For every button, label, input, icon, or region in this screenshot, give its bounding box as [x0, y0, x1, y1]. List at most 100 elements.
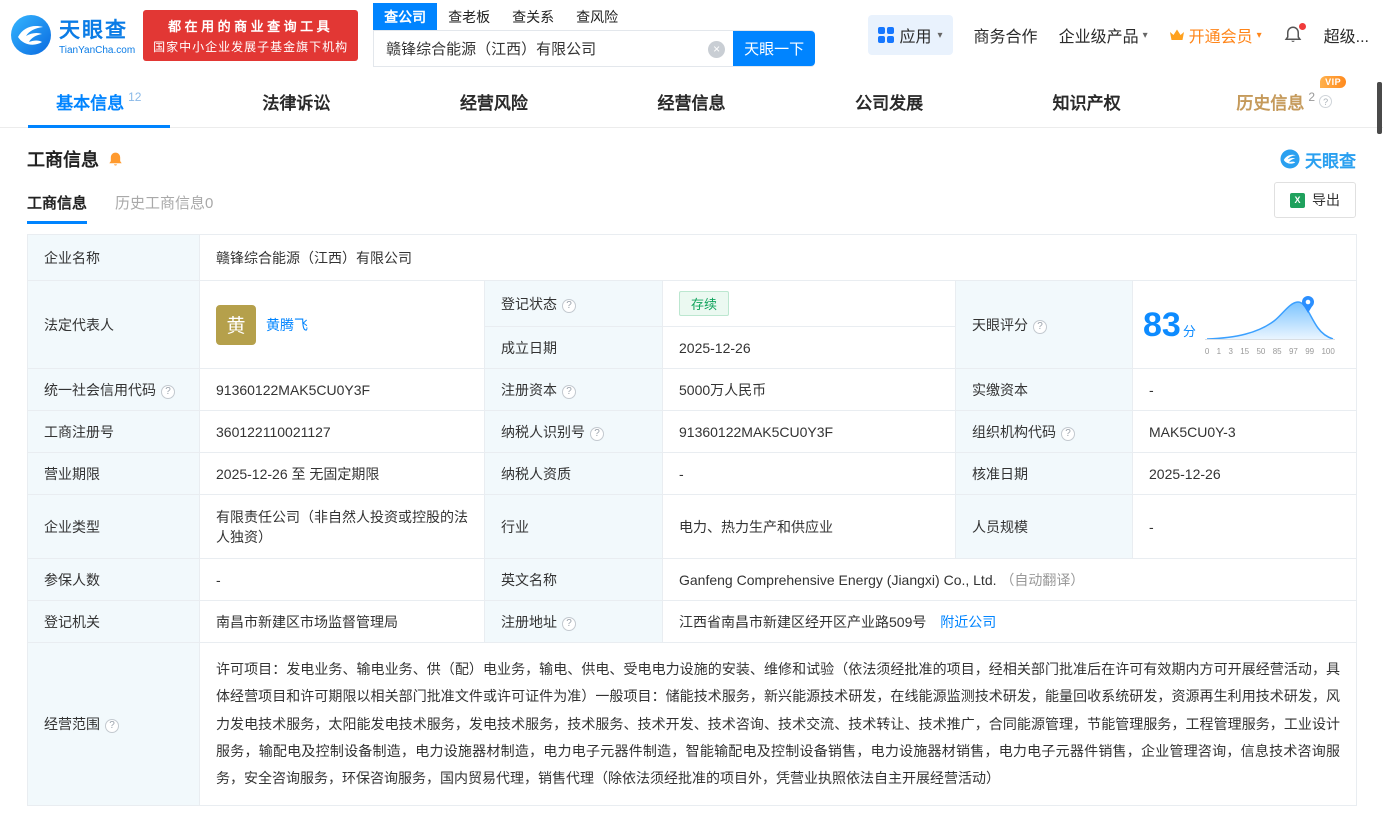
excel-icon: X: [1290, 192, 1305, 208]
tab-label: 经营风险: [459, 94, 528, 113]
value-staff-size: -: [1131, 494, 1358, 559]
legal-rep-link[interactable]: 黄腾飞: [266, 315, 308, 335]
notification-bell[interactable]: [1283, 23, 1306, 45]
tab-label: 知识产权: [1052, 94, 1121, 113]
value-company-name: 赣锋综合能源（江西）有限公司: [198, 234, 1358, 281]
help-icon[interactable]: ?: [562, 616, 576, 631]
value-industry: 电力、热力生产和供应业: [662, 494, 956, 559]
tab-label: 公司发展: [855, 94, 924, 113]
search-area: 查公司 查老板 查关系 查风险 × 天眼一下: [373, 3, 816, 67]
score-chart: 013 15 50 85 97 99 100: [1204, 293, 1336, 356]
help-icon[interactable]: ?: [562, 384, 576, 399]
label-company-type: 企业类型: [27, 494, 200, 559]
header-nav: 应用 ▾ 商务合作 企业级产品 ▾ 开通会员 ▾ 超级...: [867, 15, 1369, 55]
table-row: 经营范围? 许可项目：发电业务、输电业务、供（配）电业务，输电、供电、受电电力设…: [27, 641, 1358, 807]
tab-basic-info[interactable]: 基本信息 12: [0, 76, 198, 128]
value-taxpayer-quality: -: [662, 452, 956, 495]
top-header: 天眼查 TianYanCha.com 都在用的商业查询工具 国家中小企业发展子基…: [0, 0, 1383, 67]
value-approval-date: 2025-12-26: [1131, 452, 1358, 495]
tab-label: 经营信息: [657, 94, 726, 113]
address-text: 江西省南昌市新建区经开区产业路509号: [679, 613, 927, 630]
label-english-name: 英文名称: [484, 558, 663, 601]
tab-operation-risk[interactable]: 经营风险: [395, 76, 593, 127]
label-org-code: 组织机构代码?: [955, 410, 1133, 453]
section-title: 工商信息: [27, 150, 99, 170]
value-company-type: 有限责任公司（非自然人投资或控股的法人独资）: [199, 494, 485, 559]
tab-intellectual-property[interactable]: 知识产权: [988, 76, 1186, 127]
slogan-line2: 国家中小企业发展子基金旗下机构: [153, 39, 349, 54]
crown-icon: [1169, 29, 1184, 40]
english-name-text: Ganfeng Comprehensive Energy (Jiangxi) C…: [679, 571, 997, 588]
label-reg-status: 登记状态?: [484, 280, 663, 327]
label-company-name: 企业名称: [27, 234, 200, 281]
export-button[interactable]: X 导出: [1274, 182, 1356, 218]
table-row: 营业期限 2025-12-26 至 无固定期限 纳税人资质 - 核准日期 202…: [27, 452, 1358, 495]
table-row: 企业类型 有限责任公司（非自然人投资或控股的法人独资） 行业 电力、热力生产和供…: [27, 494, 1358, 559]
search-tab-risk[interactable]: 查风险: [565, 3, 629, 30]
search-tab-relation[interactable]: 查关系: [501, 3, 565, 30]
table-row: 参保人数 - 英文名称 Ganfeng Comprehensive Energy…: [27, 558, 1358, 601]
label-business-scope: 经营范围?: [27, 641, 200, 807]
subtab-bar: 工商信息 历史工商信息0 X 导出: [27, 182, 1356, 224]
help-icon[interactable]: ?: [1319, 95, 1333, 108]
label-staff-size: 人员规模: [955, 494, 1133, 559]
apps-button[interactable]: 应用 ▾: [867, 15, 953, 55]
help-icon[interactable]: ?: [562, 298, 576, 313]
tab-count: 2: [1308, 89, 1316, 104]
tab-company-development[interactable]: 公司发展: [790, 76, 988, 127]
value-reg-capital: 5000万人民币: [662, 368, 956, 411]
tab-basic-info-label: 基本信息: [56, 94, 125, 113]
tab-label: 法律诉讼: [262, 94, 331, 113]
search-tab-boss[interactable]: 查老板: [437, 3, 501, 30]
vip-badge: VIP: [1320, 76, 1347, 88]
nearby-companies-link[interactable]: 附近公司: [940, 614, 996, 630]
label-taxpayer-id: 纳税人识别号?: [484, 410, 663, 453]
tab-legal-litigation[interactable]: 法律诉讼: [198, 76, 396, 127]
search-button[interactable]: 天眼一下: [733, 31, 816, 66]
help-icon[interactable]: ?: [1061, 426, 1075, 441]
label-insured: 参保人数: [27, 558, 200, 601]
score-value: 83: [1143, 305, 1181, 344]
company-nav-tabs: 基本信息 12 法律诉讼 经营风险 经营信息 公司发展 知识产权 历史信息 VI…: [0, 76, 1383, 128]
subtab-business-info[interactable]: 工商信息: [27, 192, 88, 224]
tianyancha-logo[interactable]: 天眼查 TianYanCha.com: [10, 14, 135, 56]
nav-business-cooperation[interactable]: 商务合作: [974, 23, 1038, 47]
value-score: 83 分 0 1 3 15 50 85 97 99 100: [1131, 280, 1358, 369]
help-icon[interactable]: ?: [161, 384, 175, 399]
nav-enterprise-products[interactable]: 企业级产品 ▾: [1059, 23, 1148, 47]
legal-rep-avatar[interactable]: 黄: [216, 304, 256, 345]
score-axis: 013 15 50 85 97 99 100: [1204, 347, 1335, 356]
notification-dot: [1298, 23, 1306, 30]
subtab-history-business-info[interactable]: 历史工商信息0: [115, 192, 213, 224]
help-icon[interactable]: ?: [590, 426, 604, 441]
value-reg-address: 江西省南昌市新建区经开区产业路509号 附近公司: [661, 600, 1358, 643]
nav-open-membership[interactable]: 开通会员 ▾: [1169, 23, 1262, 47]
tianyancha-logo-icon: [11, 15, 51, 55]
search-tab-company[interactable]: 查公司: [373, 3, 438, 30]
label-credit-code: 统一社会信用代码?: [27, 368, 200, 411]
open-membership-label: 开通会员: [1188, 29, 1253, 46]
nav-super-vip[interactable]: 超级...: [1324, 23, 1369, 47]
table-row: 法定代表人 黄 黄腾飞 登记状态? 存续 天眼评分? 83 分 0 1 3 15…: [27, 280, 1358, 369]
value-est-date: 2025-12-26: [662, 326, 956, 369]
label-legal-rep: 法定代表人: [27, 280, 200, 369]
value-reg-status: 存续: [662, 280, 956, 327]
search-input[interactable]: [374, 31, 734, 66]
enterprise-products-label: 企业级产品: [1058, 29, 1139, 46]
search-tabs: 查公司 查老板 查关系 查风险: [373, 3, 815, 30]
value-credit-code: 91360122MAK5CU0Y3F: [199, 368, 485, 411]
tab-history-info[interactable]: 历史信息 VIP 2 ?: [1185, 76, 1383, 127]
brand-domain: TianYanCha.com: [59, 45, 136, 56]
scrollbar-thumb[interactable]: [1377, 82, 1382, 134]
subscribe-bell-icon[interactable]: [107, 151, 124, 168]
help-icon[interactable]: ?: [105, 719, 119, 734]
label-industry: 行业: [484, 494, 663, 559]
label-paid-capital: 实缴资本: [955, 368, 1133, 411]
tab-operation-info[interactable]: 经营信息: [593, 76, 791, 127]
label-approval-date: 核准日期: [955, 452, 1133, 495]
slogan-badge: 都在用的商业查询工具 国家中小企业发展子基金旗下机构: [143, 9, 359, 61]
help-icon[interactable]: ?: [1033, 319, 1047, 334]
table-row: 工商注册号 360122110021127 纳税人识别号? 91360122MA…: [27, 410, 1358, 453]
search-box: × 天眼一下: [373, 30, 816, 67]
chevron-down-icon: ▾: [1256, 29, 1262, 41]
